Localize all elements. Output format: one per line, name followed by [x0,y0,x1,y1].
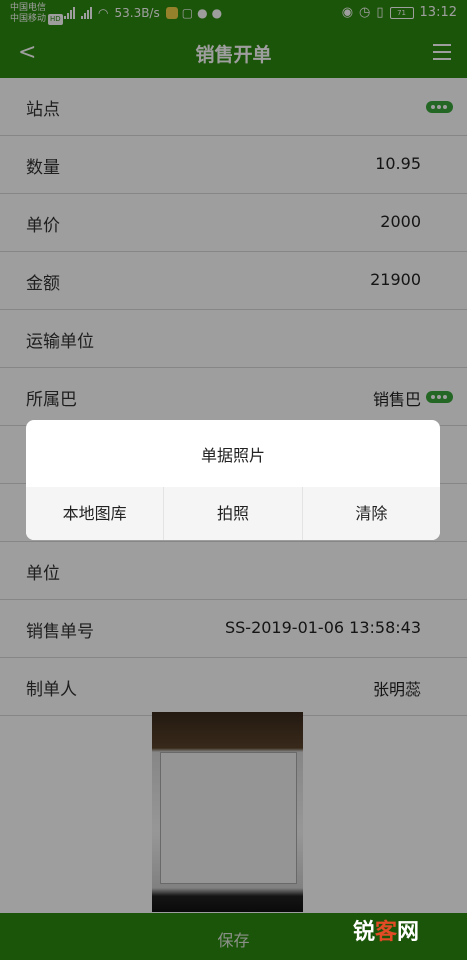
dialog-title: 单据照片 [200,446,265,465]
dialog-actions: 本地图库 拍照 清除 [26,487,440,540]
watermark: 锐客网 [353,914,419,946]
watermark-end: 网 [396,920,419,945]
clear-button[interactable]: 清除 [303,487,440,540]
photo-dialog: 单据照片 本地图库 拍照 清除 [26,420,440,540]
gallery-button[interactable]: 本地图库 [26,487,165,540]
camera-button[interactable]: 拍照 [164,487,303,540]
watermark-text: 锐 [352,920,375,945]
watermark-accent: 客 [374,920,397,945]
